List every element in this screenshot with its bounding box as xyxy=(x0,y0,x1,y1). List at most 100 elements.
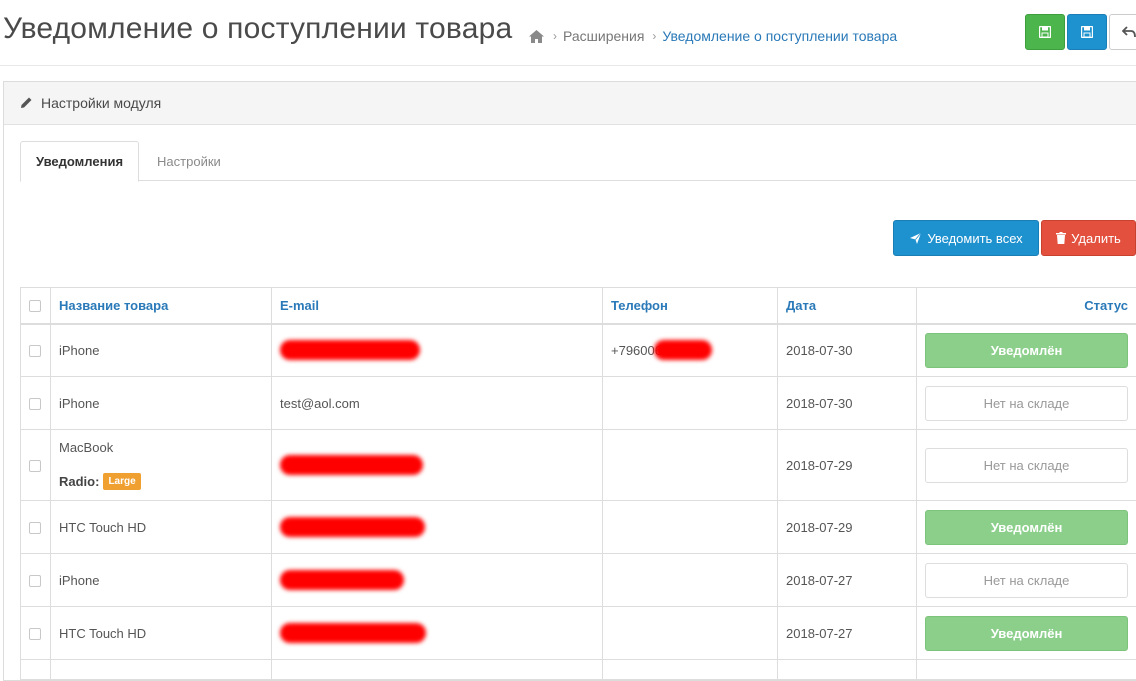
status-notified-button[interactable]: Уведомлён xyxy=(925,510,1128,545)
table-row: MacBook Radio: Large 2018-07-29 Нет на с… xyxy=(21,430,1136,501)
row-checkbox[interactable] xyxy=(29,345,41,357)
date-cell: 2018-07-30 xyxy=(778,324,917,377)
email-cell xyxy=(272,324,603,377)
status-cell: Уведомлён xyxy=(917,607,1136,660)
table-row: HTC Touch HD 2018-07-29 Уведомлён xyxy=(21,501,1136,554)
status-out-of-stock-button[interactable]: Нет на складе xyxy=(925,563,1128,598)
row-select-cell xyxy=(21,324,51,377)
breadcrumb-current[interactable]: Уведомление о поступлении товара xyxy=(662,28,897,44)
table-row: iPhone test@aol.com 2018-07-30 Нет на ск… xyxy=(21,377,1136,430)
breadcrumb-extensions[interactable]: Расширения xyxy=(563,28,644,44)
pencil-icon xyxy=(19,96,33,110)
status-notified-button[interactable]: Уведомлён xyxy=(925,333,1128,368)
redacted-email xyxy=(280,517,425,537)
status-cell: Нет на складе xyxy=(917,430,1136,501)
email-cell xyxy=(272,554,603,607)
email-cell: test@aol.com xyxy=(272,377,603,430)
save-icon xyxy=(1081,26,1093,38)
row-select-cell xyxy=(21,607,51,660)
phone-cell xyxy=(603,554,778,607)
column-date[interactable]: Дата xyxy=(778,288,917,324)
redacted-phone xyxy=(654,340,712,360)
tab-notifications[interactable]: Уведомления xyxy=(20,141,139,182)
phone-cell: +796006 xyxy=(603,324,778,377)
tabs: Уведомления Настройки xyxy=(20,141,1136,181)
panel-heading: Настройки модуля xyxy=(4,82,1136,125)
row-checkbox[interactable] xyxy=(29,575,41,587)
status-cell: Уведомлён xyxy=(917,501,1136,554)
delete-button[interactable]: Удалить xyxy=(1041,220,1136,256)
notify-all-label: Уведомить всех xyxy=(927,231,1022,246)
row-checkbox[interactable] xyxy=(29,628,41,640)
delete-label: Удалить xyxy=(1071,231,1121,246)
redacted-email xyxy=(280,623,426,643)
row-select-cell xyxy=(21,501,51,554)
row-select-cell xyxy=(21,554,51,607)
back-icon xyxy=(1122,26,1136,38)
paper-plane-icon xyxy=(909,232,922,245)
product-name: iPhone xyxy=(51,324,272,377)
phone-cell xyxy=(603,430,778,501)
select-all-cell xyxy=(21,288,51,324)
product-name: HTC Touch HD xyxy=(51,501,272,554)
row-checkbox[interactable] xyxy=(29,460,41,472)
module-settings-panel: Настройки модуля Уведомления Настройки У… xyxy=(3,81,1136,681)
product-cell: MacBook Radio: Large xyxy=(51,430,272,501)
date-cell: 2018-07-29 xyxy=(778,430,917,501)
redacted-email xyxy=(280,455,423,475)
product-name: MacBook xyxy=(59,440,263,455)
phone-cell xyxy=(603,660,778,680)
notifications-table: Название товара E-mail Телефон Дата Стат… xyxy=(20,287,1136,680)
product-name: iPhone xyxy=(51,554,272,607)
tab-settings[interactable]: Настройки xyxy=(139,141,236,181)
status-cell: Нет на складе xyxy=(917,554,1136,607)
email-cell xyxy=(272,607,603,660)
table-header-row: Название товара E-mail Телефон Дата Стат… xyxy=(21,288,1136,324)
column-product[interactable]: Название товара xyxy=(51,288,272,324)
status-out-of-stock-button[interactable]: Нет на складе xyxy=(925,386,1128,421)
breadcrumb: › Расширения › Уведомление о поступлении… xyxy=(528,28,897,44)
table-row: HTC Touch HD 2018-07-27 Уведомлён xyxy=(21,607,1136,660)
trash-icon xyxy=(1056,232,1066,244)
column-status[interactable]: Статус xyxy=(917,288,1136,324)
phone-cell xyxy=(603,607,778,660)
date-cell: 2018-07-27 xyxy=(778,554,917,607)
product-option: Radio: Large xyxy=(59,473,263,490)
email-cell xyxy=(272,430,603,501)
option-value-badge: Large xyxy=(103,473,140,490)
email-cell xyxy=(272,660,603,680)
status-cell: Нет на складе xyxy=(917,377,1136,430)
column-email[interactable]: E-mail xyxy=(272,288,603,324)
status-notified-button[interactable]: Уведомлён xyxy=(925,616,1128,651)
select-all-checkbox[interactable] xyxy=(29,300,41,312)
save-stay-button[interactable] xyxy=(1025,14,1065,50)
table-row: iPhone +796006 2018-07-30 Уведомлён xyxy=(21,324,1136,377)
redacted-email xyxy=(280,340,420,360)
save-button[interactable] xyxy=(1067,14,1107,50)
status-cell xyxy=(917,660,1136,680)
back-button[interactable] xyxy=(1109,14,1136,50)
date-cell: 2018-07-30 xyxy=(778,377,917,430)
row-checkbox[interactable] xyxy=(29,398,41,410)
home-icon[interactable] xyxy=(528,29,545,44)
option-name: Radio: xyxy=(59,474,99,489)
breadcrumb-separator: › xyxy=(553,29,557,43)
email-cell xyxy=(272,501,603,554)
status-cell: Уведомлён xyxy=(917,324,1136,377)
save-icon xyxy=(1039,26,1051,38)
column-phone[interactable]: Телефон xyxy=(603,288,778,324)
date-cell xyxy=(778,660,917,680)
row-checkbox[interactable] xyxy=(29,522,41,534)
page-title: Уведомление о поступлении товара xyxy=(3,12,512,46)
panel-title: Настройки модуля xyxy=(41,95,161,111)
page-header: Уведомление о поступлении товара › Расши… xyxy=(0,0,1136,66)
product-name: HTC Touch HD xyxy=(51,607,272,660)
redacted-email xyxy=(280,570,404,590)
breadcrumb-separator: › xyxy=(652,29,656,43)
row-select-cell xyxy=(21,377,51,430)
date-cell: 2018-07-27 xyxy=(778,607,917,660)
notify-all-button[interactable]: Уведомить всех xyxy=(893,220,1039,256)
product-name xyxy=(51,660,272,680)
status-out-of-stock-button[interactable]: Нет на складе xyxy=(925,448,1128,483)
table-row: iPhone 2018-07-27 Нет на складе xyxy=(21,554,1136,607)
